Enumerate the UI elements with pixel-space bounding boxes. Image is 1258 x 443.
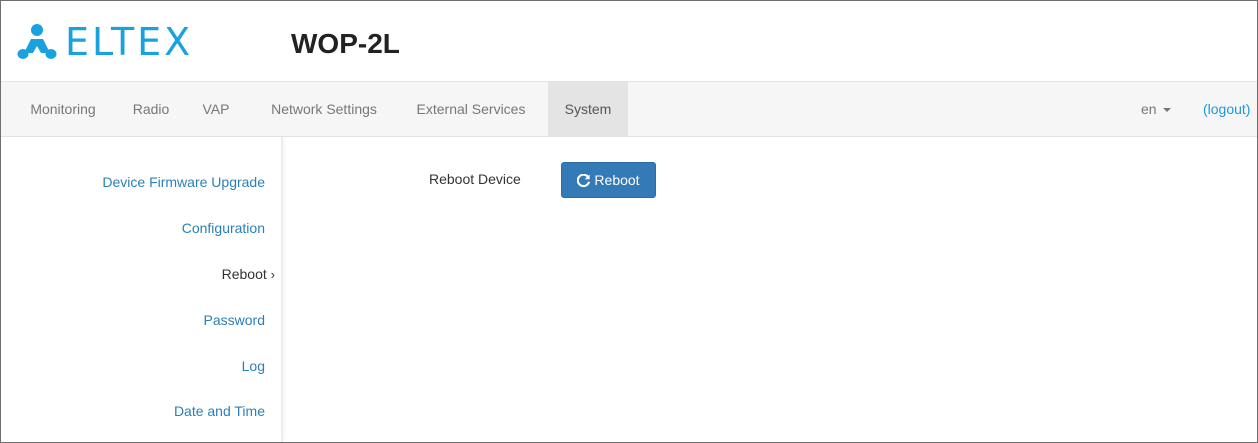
device-model: WOP-2L	[291, 28, 400, 59]
nav-item-system[interactable]: System	[548, 82, 628, 136]
caret-down-icon	[1162, 108, 1171, 113]
reboot-device-label: Reboot Device	[429, 171, 521, 187]
sidebar-item-device-firmware-upgrade[interactable]: Device Firmware Upgrade	[102, 172, 265, 192]
reboot-button-label: Reboot	[594, 172, 640, 188]
eltex-logo[interactable]: ELTEX	[17, 21, 193, 63]
reboot-button[interactable]: Reboot	[561, 162, 656, 198]
sidebar-item-password[interactable]: Password	[204, 310, 265, 330]
language-dropdown[interactable]: en	[1141, 82, 1171, 136]
refresh-icon	[577, 173, 591, 187]
nav-item-vap[interactable]: VAP	[191, 82, 241, 136]
sidebar-item-log[interactable]: Log	[242, 356, 265, 376]
main-navbar: Monitoring Radio VAP Network Settings Ex…	[1, 81, 1257, 137]
language-label: en	[1141, 101, 1157, 117]
sidebar-item-date-and-time[interactable]: Date and Time	[174, 401, 265, 421]
sidebar-menu: Device Firmware Upgrade Configuration Re…	[1, 137, 283, 442]
nav-item-monitoring[interactable]: Monitoring	[11, 82, 115, 136]
brand-name: ELTEX	[65, 20, 194, 64]
sidebar-item-reboot[interactable]: Reboot ›	[222, 264, 275, 285]
logout-link[interactable]: (logout)	[1203, 82, 1250, 136]
header: ELTEX WOP-2L	[1, 1, 1257, 81]
eltex-logo-icon	[17, 24, 57, 59]
sidebar-item-reboot-label: Reboot	[221, 266, 267, 282]
nav-item-network-settings[interactable]: Network Settings	[253, 82, 395, 136]
nav-item-radio[interactable]: Radio	[123, 82, 179, 136]
chevron-right-icon: ›	[270, 267, 275, 282]
nav-item-external-services[interactable]: External Services	[401, 82, 541, 136]
sidebar-item-configuration[interactable]: Configuration	[182, 218, 265, 238]
